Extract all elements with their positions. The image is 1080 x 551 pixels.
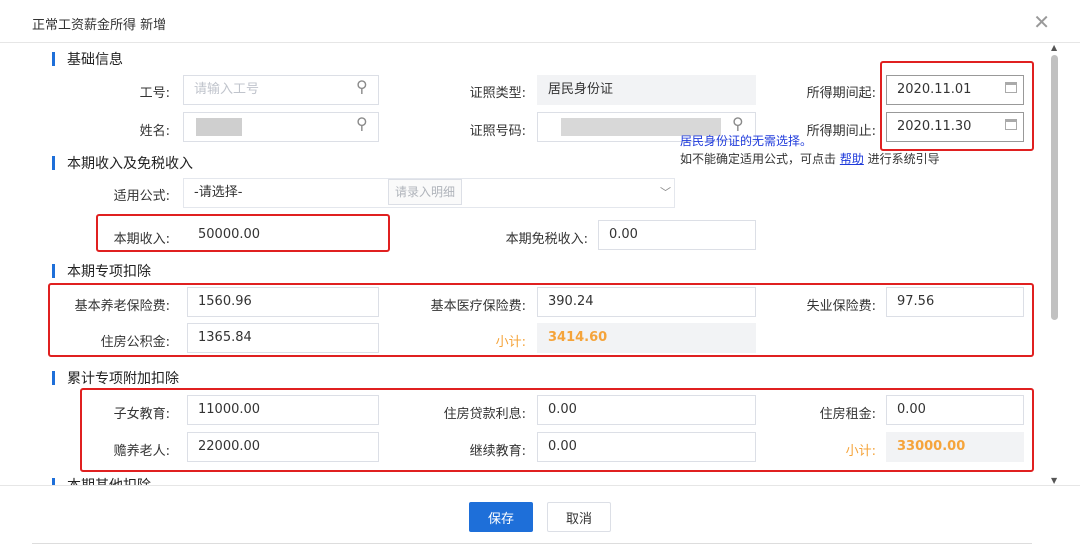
emp-no-label: 工号: [139, 86, 170, 101]
search-icon[interactable]: ⚲ [732, 114, 744, 133]
subtotal-label: 小计: [845, 444, 876, 459]
scroll-down-icon[interactable]: ▼ [1051, 476, 1057, 485]
formula-label: 适用公式: [113, 189, 170, 204]
section-special: 本期专项扣除 [52, 261, 151, 281]
section-title: 本期其他扣除 [67, 475, 151, 485]
search-icon[interactable]: ⚲ [356, 77, 368, 96]
section-income: 本期收入及免税收入 [52, 153, 193, 173]
calendar-icon[interactable] [1005, 82, 1017, 93]
section-basic: 基础信息 [52, 49, 123, 69]
children-edu-input[interactable]: 11000.00 [187, 395, 379, 425]
housing-fund-input[interactable]: 1365.84 [187, 323, 379, 353]
tax-free-label: 本期免税收入: [505, 232, 588, 247]
special-subtotal-field: 3414.60 [537, 323, 756, 353]
section-title: 本期收入及免税收入 [67, 156, 193, 172]
formula-hint: 居民身份证的无需选择。 [680, 134, 813, 148]
dialog-title: 正常工资薪金所得 新增 [32, 18, 167, 33]
cumulative-subtotal-field: 33000.00 [886, 432, 1024, 462]
search-icon[interactable]: ⚲ [356, 114, 368, 133]
tax-free-input[interactable]: 0.00 [598, 220, 756, 250]
vertical-scrollbar[interactable]: ▲ ▼ [1048, 43, 1062, 485]
period-end-input[interactable]: 2020.11.30 [886, 112, 1024, 142]
section-title: 累计专项附加扣除 [67, 371, 179, 387]
subtotal-label: 小计: [495, 335, 526, 350]
divider [32, 543, 1032, 544]
dialog-footer: 保存 取消 [0, 485, 1080, 551]
rent-label: 住房租金: [819, 407, 876, 422]
housing-loan-label: 住房贷款利息: [443, 407, 526, 422]
current-income-input[interactable]: 50000.00 [187, 220, 383, 250]
elderly-label: 赡养老人: [113, 444, 170, 459]
scroll-up-icon[interactable]: ▲ [1051, 43, 1057, 52]
scroll-thumb[interactable] [1051, 55, 1058, 320]
section-bar [52, 264, 55, 278]
medical-label: 基本医疗保险费: [430, 299, 526, 314]
section-title: 本期专项扣除 [67, 264, 151, 280]
section-title: 基础信息 [67, 52, 123, 68]
redacted-name [196, 118, 242, 136]
pension-label: 基本养老保险费: [74, 299, 170, 314]
calendar-icon[interactable] [1005, 119, 1017, 130]
enter-detail-button[interactable]: 请录入明细 [388, 179, 462, 205]
close-icon[interactable]: ✕ [1033, 10, 1050, 34]
period-start-label: 所得期间起: [806, 86, 876, 101]
unemployment-label: 失业保险费: [806, 299, 876, 314]
continuing-edu-label: 继续教育: [469, 444, 526, 459]
housing-fund-label: 住房公积金: [100, 335, 170, 350]
emp-no-input[interactable]: 请输入工号 [183, 75, 379, 105]
dialog-titlebar: 正常工资薪金所得 新增 ✕ [0, 0, 1080, 43]
section-bar [52, 52, 55, 66]
id-type-field: 居民身份证 [537, 75, 756, 105]
hint-text-prefix: 如不能确定适用公式，可点击 [680, 152, 840, 166]
pension-input[interactable]: 1560.96 [187, 287, 379, 317]
medical-input[interactable]: 390.24 [537, 287, 756, 317]
cancel-button[interactable]: 取消 [547, 502, 611, 532]
elderly-input[interactable]: 22000.00 [187, 432, 379, 462]
section-other: 本期其他扣除 [52, 475, 151, 485]
formula-hint-guide: 如不能确定适用公式，可点击 帮助 进行系统引导 [680, 150, 940, 167]
continuing-edu-input[interactable]: 0.00 [537, 432, 756, 462]
chevron-down-icon[interactable]: ﹀ [660, 184, 671, 200]
section-bar [52, 156, 55, 170]
children-edu-label: 子女教育: [113, 407, 170, 422]
housing-loan-input[interactable]: 0.00 [537, 395, 756, 425]
unemployment-input[interactable]: 97.56 [886, 287, 1024, 317]
help-link[interactable]: 帮助 [840, 152, 864, 166]
section-bar [52, 371, 55, 385]
id-no-label: 证照号码: [469, 124, 526, 139]
period-start-input[interactable]: 2020.11.01 [886, 75, 1024, 105]
name-label: 姓名: [139, 124, 170, 139]
current-income-label: 本期收入: [113, 232, 170, 247]
id-type-label: 证照类型: [469, 86, 526, 101]
section-bar [52, 478, 55, 485]
hint-text-suffix: 进行系统引导 [863, 152, 940, 166]
section-cumulative: 累计专项附加扣除 [52, 368, 179, 388]
dialog-content: 基础信息 工号: 请输入工号 ⚲ 姓名: ⚲ 证照类型: 居民身份证 证照号码:… [0, 43, 1048, 485]
rent-input[interactable]: 0.00 [886, 395, 1024, 425]
save-button[interactable]: 保存 [469, 502, 533, 532]
